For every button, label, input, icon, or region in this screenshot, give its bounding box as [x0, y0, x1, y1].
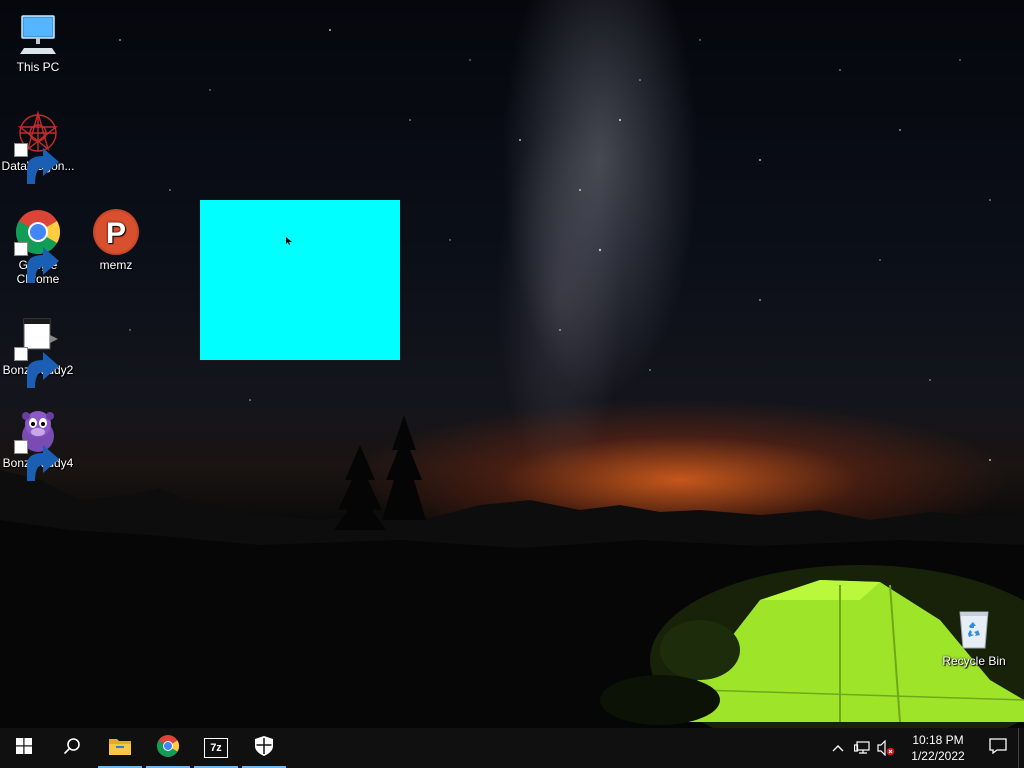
recycle-bin-icon: [950, 604, 998, 652]
taskbar: 7z 10:18 PM 1/22/2022: [0, 728, 1024, 768]
desktop-icon-label: This PC: [16, 60, 60, 74]
clock-time: 10:18 PM: [912, 733, 964, 747]
bonzibuddy2-icon: [14, 313, 62, 388]
shortcut-arrow-icon: [14, 143, 59, 184]
computer-icon: [14, 10, 62, 58]
clock-date: 1/22/2022: [911, 749, 965, 763]
chevron-up-icon[interactable]: [826, 728, 850, 768]
shortcut-arrow-icon: [14, 347, 59, 388]
chrome-icon: [14, 208, 62, 283]
memz-icon: P: [92, 208, 140, 256]
wallpaper-landscape: [0, 29, 1024, 728]
svg-text:P: P: [106, 217, 126, 250]
datawagon-icon: [14, 109, 62, 184]
desktop-icon-label: memz: [99, 258, 133, 272]
bonzibuddy-icon: [14, 406, 62, 481]
shield-icon: [255, 735, 273, 761]
desktop-icon-google-chrome[interactable]: Google Chrome: [0, 202, 76, 286]
desktop-icon-memz[interactable]: P memz: [78, 202, 154, 272]
desktop-icon-datawagon[interactable]: DataWagon...: [0, 103, 76, 184]
notification-icon: [989, 737, 1007, 759]
chrome-icon: [156, 734, 180, 763]
desktop-wallpaper: [0, 0, 1024, 728]
shortcut-arrow-icon: [14, 440, 59, 481]
cyan-overlay-box[interactable]: [200, 200, 400, 360]
7zip-icon: 7z: [204, 738, 228, 758]
shortcut-arrow-icon: [14, 242, 59, 283]
mouse-cursor-icon: [286, 232, 292, 250]
taskbar-defender-button[interactable]: [240, 728, 288, 768]
windows-start-icon: [16, 737, 32, 759]
desktop-icon-label: Recycle Bin: [942, 654, 1006, 668]
desktop-icon-bonzibuddy4[interactable]: BonziBuddy4: [0, 400, 76, 481]
desktop-icon-bonzibuddy2[interactable]: BonziBuddy2: [0, 307, 76, 388]
show-desktop-button[interactable]: [1018, 728, 1024, 768]
desktop-icon-this-pc[interactable]: This PC: [0, 4, 76, 74]
taskbar-chrome-button[interactable]: [144, 728, 192, 768]
desktop-icon-recycle-bin[interactable]: Recycle Bin: [936, 598, 1012, 668]
search-icon: [63, 737, 81, 760]
start-button[interactable]: [0, 728, 48, 768]
taskbar-file-explorer-button[interactable]: [96, 728, 144, 768]
network-icon[interactable]: [850, 728, 874, 768]
volume-muted-icon[interactable]: [874, 728, 898, 768]
taskbar-clock[interactable]: 10:18 PM 1/22/2022: [898, 732, 978, 764]
folder-icon: [109, 737, 131, 760]
system-tray: 10:18 PM 1/22/2022: [826, 728, 1024, 768]
search-button[interactable]: [48, 728, 96, 768]
action-center-button[interactable]: [978, 728, 1018, 768]
taskbar-7zip-button[interactable]: 7z: [192, 728, 240, 768]
